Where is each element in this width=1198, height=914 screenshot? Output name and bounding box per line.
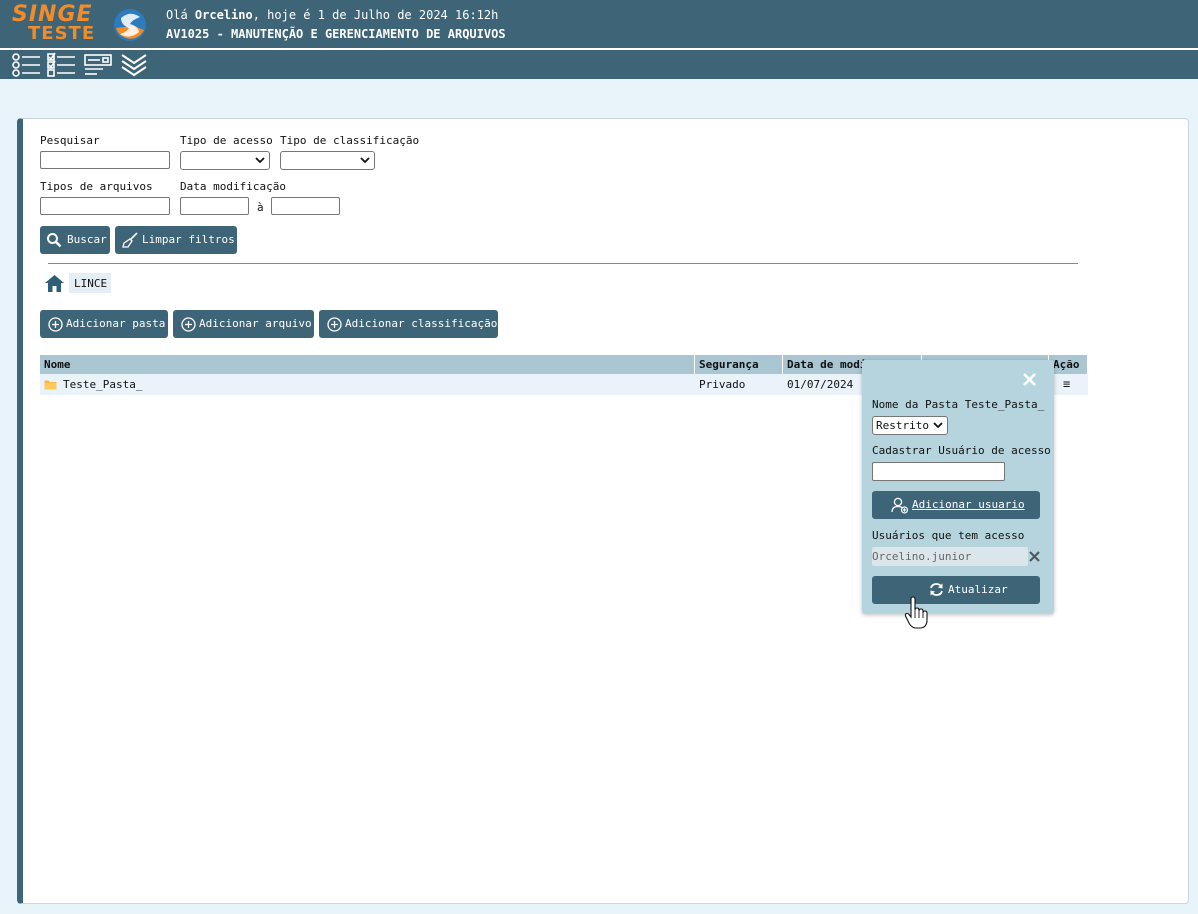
row-security: Privado: [699, 378, 746, 391]
add-classification-button[interactable]: Adicionar classificação: [319, 310, 498, 338]
app-header: SINGE TESTE Olá Orcelino, hoje é 1 de Ju…: [0, 0, 1198, 48]
collapse-chevrons-icon[interactable]: [119, 52, 149, 78]
column-header-action: Ação: [1049, 355, 1087, 374]
toolbar: [0, 50, 1198, 79]
plus-circle-icon: [48, 317, 63, 332]
date-separator: à: [257, 201, 264, 214]
add-user-button[interactable]: Adicionar usuario: [872, 491, 1040, 519]
home-icon[interactable]: [44, 274, 65, 293]
row-action-menu-icon[interactable]: ≡: [1063, 377, 1070, 391]
breadcrumb[interactable]: LINCE: [69, 273, 111, 293]
search-label: Pesquisar: [40, 134, 100, 147]
search-icon: [47, 233, 62, 248]
folder-access-popup: Nome da Pasta Teste_Pasta_ Restrito Cada…: [862, 360, 1054, 614]
logo-line2: TESTE: [28, 23, 96, 44]
logo-badge-icon: [114, 9, 146, 41]
classification-type-select[interactable]: [280, 151, 375, 170]
add-file-button[interactable]: Adicionar arquivo: [173, 310, 314, 338]
access-user-item: Orcelino.junior: [872, 547, 1028, 566]
access-level-select[interactable]: Restrito: [872, 416, 948, 435]
modified-date-label: Data modificação: [180, 180, 286, 193]
add-file-label: Adicionar arquivo: [199, 317, 312, 330]
add-folder-label: Adicionar pasta: [66, 317, 166, 330]
classification-type-label: Tipo de classificação: [280, 134, 420, 147]
breadcrumb-current: LINCE: [74, 277, 108, 290]
column-header-security[interactable]: Segurança: [695, 355, 782, 374]
greeting-text: Olá Orcelino, hoje é 1 de Julho de 2024 …: [166, 8, 499, 22]
register-user-label: Cadastrar Usuário de acesso: [872, 444, 1051, 457]
checklist-icon[interactable]: [46, 52, 76, 78]
column-header-name[interactable]: Nome: [40, 355, 694, 374]
date-to-input[interactable]: [271, 197, 340, 215]
row-modified: 01/07/2024: [787, 378, 854, 391]
plus-circle-icon: [181, 317, 196, 332]
singe-logo: SINGE TESTE: [12, 4, 104, 44]
access-type-label: Tipo de acesso: [180, 134, 273, 147]
add-classification-label: Adicionar classificação: [345, 317, 498, 330]
plus-circle-icon: [327, 317, 342, 332]
search-button-label: Buscar: [67, 233, 107, 246]
add-user-label: Adicionar usuario: [912, 498, 1025, 511]
folder-icon: [44, 380, 57, 390]
date-from-input[interactable]: [180, 197, 249, 215]
refresh-icon: [930, 583, 943, 596]
page-title: AV1025 - MANUTENÇÃO E GERENCIAMENTO DE A…: [166, 27, 506, 41]
update-button[interactable]: Atualizar: [872, 576, 1040, 604]
folder-name-label: Nome da Pasta Teste_Pasta_: [872, 398, 1045, 411]
access-type-select[interactable]: [180, 151, 270, 170]
users-with-access-label: Usuários que tem acesso: [872, 529, 1025, 542]
row-name[interactable]: Teste_Pasta_: [63, 378, 142, 391]
chevron-down-icon: [360, 157, 370, 164]
file-types-label: Tipos de arquivos: [40, 180, 153, 193]
add-user-icon: [891, 497, 909, 514]
list-icon[interactable]: [11, 52, 41, 78]
chevron-down-icon: [255, 157, 265, 164]
update-label: Atualizar: [948, 583, 1008, 596]
access-user-name: Orcelino.junior: [872, 550, 972, 563]
search-input[interactable]: [40, 151, 170, 169]
file-types-input[interactable]: [40, 197, 170, 215]
user-name: Orcelino: [194, 8, 253, 22]
form-icon[interactable]: [83, 52, 113, 78]
remove-user-icon[interactable]: [1029, 551, 1040, 562]
close-icon[interactable]: [1022, 372, 1037, 387]
add-folder-button[interactable]: Adicionar pasta: [40, 310, 168, 338]
chevron-down-icon: [933, 422, 943, 429]
clear-filters-label: Limpar filtros: [142, 233, 235, 246]
access-level-value: Restrito: [876, 419, 929, 432]
hand-cursor-icon: [904, 596, 928, 629]
search-button[interactable]: Buscar: [40, 226, 110, 254]
clear-filters-button[interactable]: Limpar filtros: [115, 226, 237, 254]
divider: [48, 263, 1078, 264]
access-user-input[interactable]: [872, 462, 1005, 481]
broom-icon: [122, 232, 138, 248]
